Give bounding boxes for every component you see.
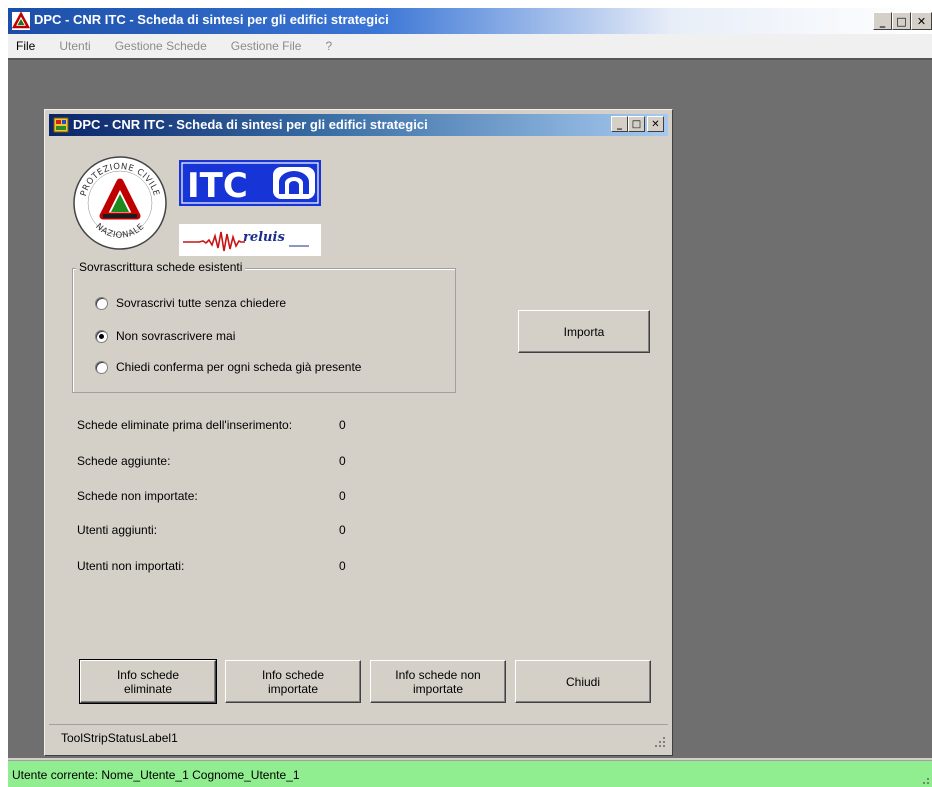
radio-ask-confirm[interactable]: Chiedi conferma per ogni scheda già pres…: [95, 360, 361, 374]
dialog-maximize-button[interactable]: □: [628, 116, 645, 132]
minimize-icon: _: [617, 118, 622, 130]
stat-label-deleted: Schede eliminate prima dell'inserimento:: [77, 418, 293, 432]
info-imported-label-1: Info schede: [261, 667, 325, 682]
info-deleted-label-1: Info schede: [116, 667, 180, 682]
minimize-button[interactable]: _: [873, 12, 892, 30]
radio-ask-confirm-label: Chiedi conferma per ogni scheda già pres…: [116, 360, 362, 374]
info-not-imported-button[interactable]: Info schede non importate: [370, 660, 506, 703]
stat-value-deleted: 0: [339, 418, 346, 432]
info-not-imported-label-2: importate: [412, 681, 464, 696]
radio-overwrite-all[interactable]: Sovrascrivi tutte senza chiedere: [95, 296, 286, 310]
app-title: DPC - CNR ITC - Scheda di sintesi per gl…: [34, 12, 389, 27]
dialog-status-label: ToolStripStatusLabel1: [61, 731, 178, 745]
stat-value-not-imported: 0: [339, 489, 346, 503]
radio-button-unchecked[interactable]: [95, 360, 108, 374]
info-imported-label-2: importate: [267, 681, 319, 696]
info-deleted-label-2: eliminate: [123, 681, 173, 696]
dialog-status-strip: ToolStripStatusLabel1: [49, 724, 668, 750]
radio-never-overwrite-label: Non sovrascrivere mai: [116, 329, 236, 343]
radio-overwrite-all-label: Sovrascrivi tutte senza chiedere: [116, 296, 287, 310]
minimize-icon: _: [879, 14, 886, 28]
close-icon: ✕: [651, 118, 660, 130]
maximize-button[interactable]: □: [892, 12, 911, 30]
close-icon: ✕: [916, 14, 927, 28]
info-not-imported-label-1: Info schede non: [395, 667, 481, 682]
stat-value-users-added: 0: [339, 523, 346, 537]
dpc-triangle-icon: [12, 12, 30, 30]
stat-label-not-imported: Schede non importate:: [77, 489, 198, 503]
import-button[interactable]: Importa: [518, 310, 650, 353]
stat-value-users-not-imported: 0: [339, 559, 346, 573]
info-imported-button[interactable]: Info schede importate: [225, 660, 361, 703]
radio-never-overwrite[interactable]: Non sovrascrivere mai: [95, 329, 235, 343]
close-dialog-button[interactable]: Chiudi: [515, 660, 651, 703]
dialog-close-button[interactable]: ✕: [647, 116, 664, 132]
import-dialog: DPC - CNR ITC - Scheda di sintesi per gl…: [44, 109, 673, 756]
stat-label-users-added: Utenti aggiunti:: [77, 523, 158, 537]
protezione-civile-logo: PROTEZIONE CIVILE NAZIONALE: [73, 156, 167, 250]
menu-help[interactable]: ?: [313, 39, 344, 53]
info-deleted-button[interactable]: Info schede eliminate: [79, 659, 217, 704]
maximize-icon: □: [631, 118, 642, 130]
overwrite-group-title: Sovrascrittura schede esistenti: [76, 260, 246, 274]
app-window: DPC - CNR ITC - Scheda di sintesi per gl…: [8, 8, 932, 787]
close-button[interactable]: ✕: [911, 12, 932, 30]
stat-label-users-not-imported: Utenti non importati:: [77, 559, 185, 573]
app-titlebar[interactable]: DPC - CNR ITC - Scheda di sintesi per gl…: [8, 8, 932, 34]
menu-bar: File Utenti Gestione Schede Gestione Fil…: [8, 34, 932, 58]
radio-button-checked[interactable]: [95, 329, 108, 343]
itc-logo: ITC: [179, 160, 321, 206]
stat-value-added: 0: [339, 454, 346, 468]
dialog-titlebar[interactable]: DPC - CNR ITC - Scheda di sintesi per gl…: [49, 114, 668, 136]
reluis-logo-text: reluis: [243, 230, 285, 245]
itc-logo-text: ITC: [187, 166, 248, 206]
resize-grip-icon[interactable]: [654, 736, 666, 748]
form-icon: [53, 117, 69, 133]
main-status-bar: Utente corrente: Nome_Utente_1 Cognome_U…: [8, 760, 932, 787]
menu-utenti[interactable]: Utenti: [47, 39, 102, 53]
current-user-label: Utente corrente: Nome_Utente_1 Cognome_U…: [12, 768, 300, 782]
dialog-minimize-button[interactable]: _: [611, 116, 628, 132]
reluis-logo: reluis: [179, 224, 321, 256]
menu-file[interactable]: File: [8, 39, 47, 53]
maximize-icon: □: [896, 14, 907, 28]
stat-label-added: Schede aggiunte:: [77, 454, 171, 468]
resize-grip-icon[interactable]: [918, 773, 930, 785]
dialog-title: DPC - CNR ITC - Scheda di sintesi per gl…: [73, 117, 428, 132]
radio-button-unchecked[interactable]: [95, 296, 108, 310]
menu-gestione-schede[interactable]: Gestione Schede: [103, 39, 219, 53]
menu-gestione-file[interactable]: Gestione File: [219, 39, 314, 53]
